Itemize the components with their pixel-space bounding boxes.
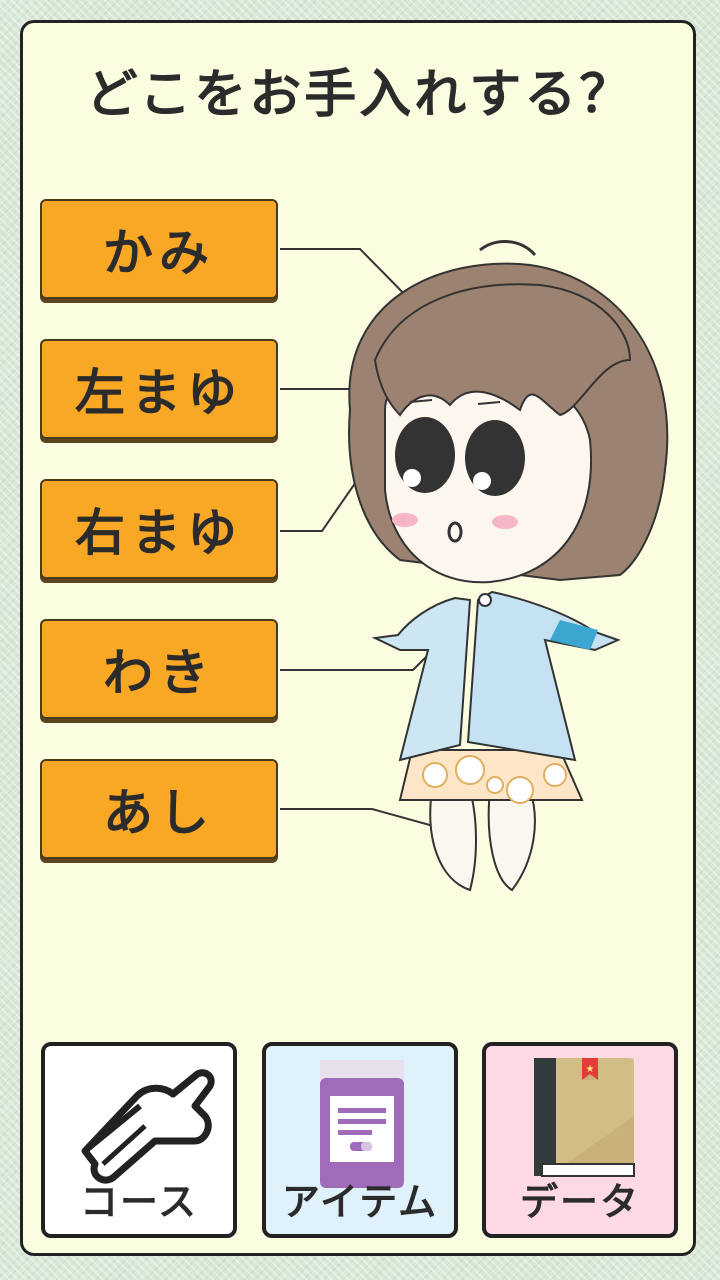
part-button-hair[interactable]: かみ: [40, 199, 278, 299]
nav-data-label: データ: [519, 1180, 640, 1224]
page-title: どこをお手入れする？: [85, 65, 635, 125]
nav-course-button[interactable]: コース: [41, 1042, 237, 1238]
nav-data-button[interactable]: ★ データ: [482, 1042, 678, 1238]
nav-item-label: アイテム: [281, 1180, 439, 1224]
part-button-legs[interactable]: あし: [40, 759, 278, 859]
part-button-right-eyebrow[interactable]: 右まゆ: [40, 479, 278, 579]
nav-item-button[interactable]: アイテム: [262, 1042, 458, 1238]
nav-course-label: コース: [79, 1180, 199, 1224]
svg-text:★: ★: [586, 1064, 595, 1075]
part-button-left-eyebrow[interactable]: 左まゆ: [40, 339, 278, 439]
part-button-armpit[interactable]: わき: [40, 619, 278, 719]
